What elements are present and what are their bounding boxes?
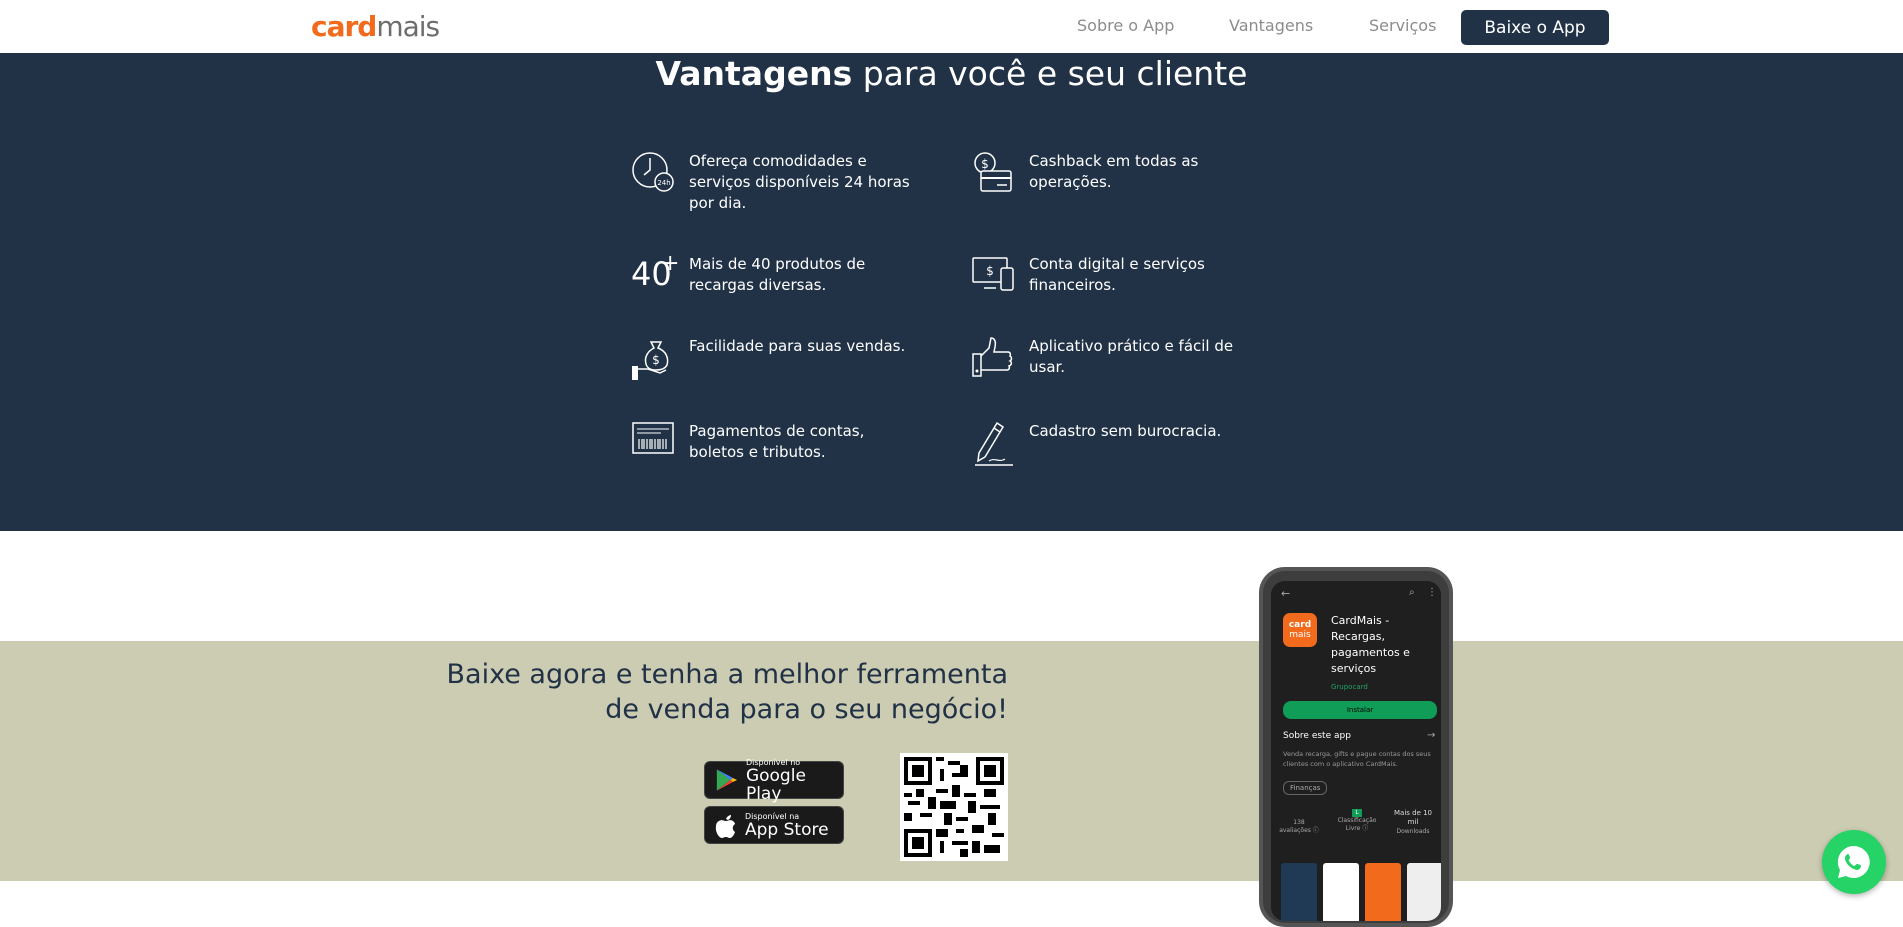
screenshot-thumb (1281, 863, 1317, 921)
qr-code (900, 753, 1008, 861)
whatsapp-button[interactable] (1822, 830, 1886, 894)
download-heading: Baixe agora e tenha a melhor ferramenta … (446, 659, 1009, 725)
google-play-button[interactable]: Disponível no Google Play (704, 758, 844, 803)
feature-text: Facilidade para suas vendas. (689, 337, 906, 355)
phone-screen: ← ⌕ ⋮ card mais CardMais - Recargas, paga… (1271, 581, 1441, 921)
feature-text: Cadastro sem burocracia. (1029, 422, 1222, 440)
feature-text: Mais de 40 produtos de recargas diversas… (689, 255, 866, 294)
feature-item: $ Conta digital e serviços financeiros. (971, 254, 1259, 300)
feature-text: Aplicativo prático e fácil de usar. (1029, 337, 1234, 376)
google-play-icon (716, 769, 738, 791)
nav-servicos[interactable]: Serviços (1369, 16, 1436, 35)
feature-text: Conta digital e serviços financeiros. (1029, 255, 1205, 294)
vantagens-heading: Vantagens para você e seu cliente (655, 54, 1248, 93)
svg-text:$: $ (652, 353, 660, 367)
app-store-button[interactable]: Disponível na App Store (704, 806, 844, 844)
digital-account-icon: $ (972, 257, 1014, 291)
nav-vantagens[interactable]: Vantagens (1229, 16, 1313, 35)
screenshot-thumb (1365, 863, 1401, 921)
feature-item: Pagamentos de contas, boletos e tributos… (631, 421, 919, 467)
app-title: CardMais - Recargas, pagamentos e serviç… (1331, 614, 1410, 675)
screenshot-thumb (1323, 863, 1359, 921)
svg-text:$: $ (981, 157, 989, 171)
feature-item: 24h Ofereça comodidades e serviços dispo… (631, 151, 919, 214)
top-navbar: cardmais Sobre o App Vantagens Serviços … (0, 0, 1903, 53)
feature-text: Pagamentos de contas, boletos e tributos… (689, 422, 865, 461)
about-app-label: Sobre este app (1283, 731, 1351, 741)
category-chip[interactable]: Finanças (1283, 781, 1328, 795)
thumbs-up-icon (972, 337, 1013, 377)
vantagens-section: Vantagens para você e seu cliente (0, 53, 1903, 531)
arrow-right-icon: → (1427, 730, 1436, 741)
more-icon: ⋮ (1427, 587, 1437, 598)
age-rating-stat: L Classificação Livre ⓘ (1337, 809, 1377, 832)
baixe-o-app-button[interactable]: Baixe o App (1461, 10, 1609, 45)
rating-stat: 138 avaliações ⓘ (1279, 819, 1319, 834)
money-bag-hand-icon: $ (632, 341, 669, 380)
feature-text: Cashback em todas as operações. (1029, 152, 1199, 191)
search-icon: ⌕ (1409, 587, 1415, 598)
feature-text: Ofereça comodidades e serviços disponíve… (689, 152, 910, 212)
svg-text:24h: 24h (657, 179, 670, 187)
barcode-bill-icon (632, 422, 674, 454)
back-arrow-icon: ← (1281, 587, 1291, 600)
feature-item: 40 + Mais de 40 produtos de recargas dive… (631, 251, 919, 300)
cardmais-logo[interactable]: cardmais (311, 12, 440, 42)
feature-item: $ Cashback em todas as operações. (971, 151, 1259, 197)
downloads-stat: Mais de 10 mil Downloads (1393, 809, 1433, 835)
cardmais-app-icon: card mais (1283, 613, 1317, 647)
nav-sobre-o-app[interactable]: Sobre o App (1077, 16, 1174, 35)
phone-mockup: ← ⌕ ⋮ card mais CardMais - Recargas, paga… (1259, 567, 1453, 927)
app-developer: Grupocard (1331, 683, 1368, 691)
feature-item: Aplicativo prático e fácil de usar. (971, 336, 1259, 382)
cashback-card-icon: $ (974, 152, 1012, 192)
apple-icon (715, 815, 735, 838)
forty-plus-icon: 40 + (631, 251, 680, 293)
install-button[interactable]: Instalar (1283, 701, 1437, 719)
feature-item: Cadastro sem burocracia. (971, 421, 1259, 467)
app-description: Venda recarga, gifts e pague contas dos … (1283, 750, 1431, 768)
pencil-sign-icon (975, 421, 1013, 466)
clock-24h-icon: 24h (632, 152, 674, 192)
svg-text:$: $ (986, 264, 994, 278)
whatsapp-icon (1837, 845, 1870, 878)
feature-item: $ Facilidade para suas vendas. (631, 336, 919, 382)
screenshot-thumb (1407, 863, 1441, 921)
